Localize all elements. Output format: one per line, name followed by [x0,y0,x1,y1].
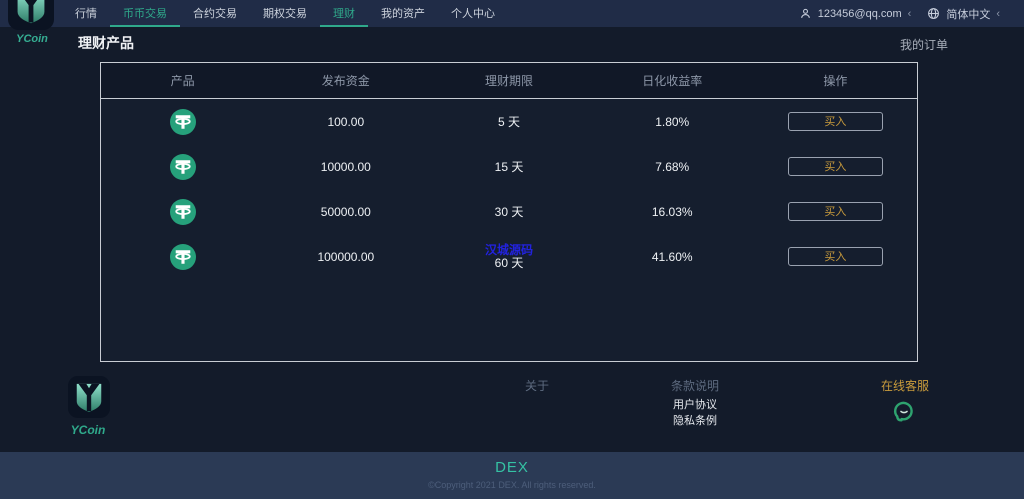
row-amount: 100000.00 [317,249,375,264]
nav-item-contract-trade[interactable]: 合约交易 [180,0,250,27]
language-selector[interactable]: 简体中文 [946,6,990,22]
copyright-text: ©Copyright 2021 DEX. All rights reserved… [428,480,596,490]
table-row: 100.00 5 天 1.80% 买入 [101,99,917,144]
nav-item-spot-trade[interactable]: 币币交易 [110,0,180,27]
nav-links: 行情 币币交易 合约交易 期权交易 理财 我的资产 个人中心 [62,0,508,27]
language-chevron-icon[interactable]: ‹ [996,8,1000,20]
table-row: 100000.00 汉城源码 60 天 41.60% 买入 [101,234,917,279]
row-period: 汉城源码 60 天 [427,244,590,270]
tether-usdt-icon [169,198,196,225]
bottom-brand: DEX [495,459,529,476]
tether-usdt-icon [169,108,196,135]
nav-item-finance[interactable]: 理财 [320,0,368,27]
col-header-action: 操作 [823,74,848,88]
buy-button[interactable]: 买入 [787,247,883,266]
account-chevron-icon[interactable]: ‹ [908,8,912,20]
table-row: 10000.00 15 天 7.68% 买入 [101,144,917,189]
globe-icon [927,7,940,20]
row-period: 30 天 [494,204,524,219]
customer-service-headset-icon[interactable] [892,399,916,430]
nav-item-personal-center[interactable]: 个人中心 [438,0,508,27]
row-amount: 50000.00 [320,204,371,219]
account-email[interactable]: 123456@qq.com [818,8,902,20]
buy-button[interactable]: 买入 [787,157,883,176]
nav-item-my-assets[interactable]: 我的资产 [368,0,438,27]
row-amount: 100.00 [327,114,365,129]
row-rate: 7.68% [655,159,690,174]
my-orders-link[interactable]: 我的订单 [900,36,948,53]
page-title: 理财产品 [78,35,134,51]
buy-button[interactable]: 买入 [787,202,883,221]
col-header-rate: 日化收益率 [642,74,703,88]
navbar-right: 123456@qq.com ‹ 简体中文 ‹ [799,0,1024,27]
nav-item-options-trade[interactable]: 期权交易 [250,0,320,27]
app-logo-icon[interactable] [8,0,54,30]
row-period: 5 天 [498,114,521,129]
col-header-amount: 发布资金 [321,74,370,88]
tether-usdt-icon [169,153,196,180]
finance-products-table: 产品 发布资金 理财期限 日化收益率 操作 100.00 5 天 1.80% 买… [100,62,918,362]
col-header-product: 产品 [170,74,195,88]
brand-name: YCoin [16,33,48,45]
bottom-bar: DEX ©Copyright 2021 DEX. All rights rese… [0,452,1024,499]
user-icon [799,7,812,20]
col-header-period: 理财期限 [485,74,534,88]
footer-logo-icon [68,376,110,423]
table-header-row: 产品 发布资金 理财期限 日化收益率 操作 [101,63,917,99]
footer-terms-heading: 条款说明 [670,379,719,393]
footer-privacy-policy-link[interactable]: 隐私条例 [655,412,735,428]
row-rate: 41.60% [651,249,693,264]
buy-button[interactable]: 买入 [787,112,883,131]
row-period: 15 天 [494,159,524,174]
footer-user-agreement-link[interactable]: 用户协议 [655,396,735,412]
row-period-text: 60 天 [494,255,524,270]
top-navbar: 行情 币币交易 合约交易 期权交易 理财 我的资产 个人中心 123456@qq… [0,0,1024,27]
watermark-link[interactable]: 汉城源码 [485,244,533,256]
tether-usdt-icon [169,243,196,270]
row-amount: 10000.00 [320,159,371,174]
row-rate: 1.80% [655,114,690,129]
table-row: 50000.00 30 天 16.03% 买入 [101,189,917,234]
nav-item-market[interactable]: 行情 [62,0,110,27]
footer-online-service-link[interactable]: 在线客服 [865,377,945,394]
footer-brand-name: YCoin [70,423,106,437]
footer-about-heading: 关于 [524,379,549,393]
row-rate: 16.03% [651,204,693,219]
